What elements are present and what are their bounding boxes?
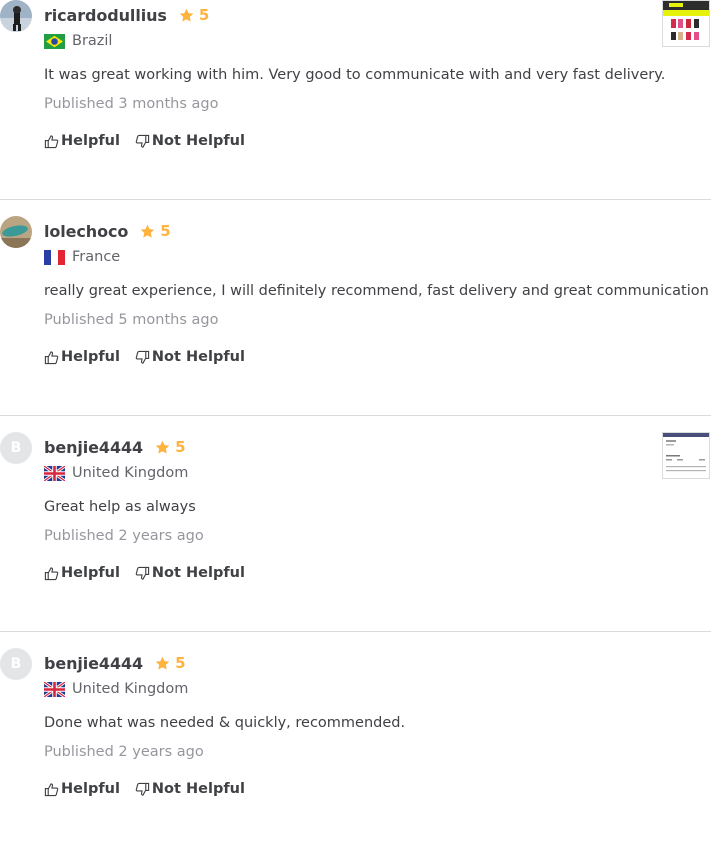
rating: 5 [155, 654, 186, 672]
helpful-button[interactable]: Helpful [44, 565, 120, 581]
reviewer-header: lolechoco 5 [44, 220, 171, 242]
review-comment: Done what was needed & quickly, recommen… [44, 715, 406, 731]
avatar[interactable]: B [0, 432, 32, 464]
review-card: lolechoco 5 France really great experien… [0, 216, 711, 432]
brazil-flag-icon [44, 33, 65, 49]
helpful-button[interactable]: Helpful [44, 133, 120, 149]
star-icon [155, 440, 170, 454]
country-name: United Kingdom [72, 681, 189, 697]
not-helpful-label: Not Helpful [151, 565, 245, 581]
thumbs-up-icon [44, 566, 59, 580]
helpful-button[interactable]: Helpful [44, 349, 120, 365]
review-actions: Helpful Not Helpful [44, 347, 245, 367]
published-date: Published 5 months ago [44, 312, 219, 328]
delivery-image-thumbnail[interactable] [662, 0, 710, 47]
delivery-image-thumbnail[interactable] [662, 432, 710, 479]
reviewer-country: Brazil [44, 31, 112, 51]
review-comment: Great help as always [44, 499, 196, 515]
not-helpful-button[interactable]: Not Helpful [135, 781, 245, 797]
star-icon [141, 224, 155, 238]
helpful-button[interactable]: Helpful [44, 781, 120, 797]
united-kingdom-flag-icon [44, 465, 65, 481]
helpful-label: Helpful [61, 781, 120, 797]
rating: 5 [179, 6, 209, 24]
thumbs-up-icon [44, 134, 59, 148]
not-helpful-button[interactable]: Not Helpful [135, 565, 245, 581]
rating: 5 [155, 438, 186, 456]
country-name: France [72, 249, 121, 265]
rating-value: 5 [198, 6, 210, 24]
helpful-label: Helpful [61, 133, 120, 149]
review-actions: Helpful Not Helpful [44, 779, 245, 799]
thumbs-up-icon [44, 782, 59, 796]
review-card: B benjie4444 5 United Kingdom Great help… [0, 432, 711, 648]
country-name: United Kingdom [72, 465, 189, 481]
reviewer-username[interactable]: ricardodullius [44, 6, 167, 25]
rating-value: 5 [160, 222, 171, 240]
review-actions: Helpful Not Helpful [44, 131, 245, 151]
helpful-label: Helpful [61, 565, 120, 581]
thumbs-up-icon [44, 350, 59, 364]
not-helpful-label: Not Helpful [151, 781, 245, 797]
not-helpful-label: Not Helpful [151, 349, 245, 365]
review-comment: It was great working with him. Very good… [44, 67, 666, 83]
star-icon [155, 656, 170, 670]
avatar[interactable] [0, 216, 32, 248]
france-flag-icon [44, 249, 65, 265]
rating-value: 5 [175, 654, 186, 672]
published-date: Published 3 months ago [44, 96, 219, 112]
published-date: Published 2 years ago [44, 528, 204, 544]
review-card: B benjie4444 5 United Kingdom Done what … [0, 648, 711, 864]
thumbs-down-icon [135, 566, 150, 580]
thumbs-down-icon [135, 350, 150, 364]
review-comment: really great experience, I will definite… [44, 283, 711, 299]
not-helpful-label: Not Helpful [151, 133, 245, 149]
reviewer-country: United Kingdom [44, 463, 188, 483]
reviewer-header: ricardodullius 5 [44, 4, 209, 26]
helpful-label: Helpful [61, 349, 120, 365]
divider [0, 415, 711, 416]
reviewer-username[interactable]: benjie4444 [44, 654, 143, 673]
reviewer-header: benjie4444 5 [44, 652, 186, 674]
avatar[interactable]: B [0, 648, 32, 680]
reviewer-username[interactable]: benjie4444 [44, 438, 143, 457]
thumbs-down-icon [135, 782, 150, 796]
thumbs-down-icon [135, 134, 150, 148]
review-actions: Helpful Not Helpful [44, 563, 245, 583]
united-kingdom-flag-icon [44, 681, 65, 697]
star-icon [179, 8, 194, 22]
divider [0, 631, 711, 632]
avatar[interactable] [0, 0, 32, 32]
rating-value: 5 [175, 438, 186, 456]
rating: 5 [140, 222, 171, 240]
divider [0, 199, 711, 200]
country-name: Brazil [72, 33, 113, 49]
review-card: ricardodullius 5 Brazil It was great wor… [0, 0, 711, 216]
published-date: Published 2 years ago [44, 744, 204, 760]
reviewer-username[interactable]: lolechoco [44, 222, 128, 241]
not-helpful-button[interactable]: Not Helpful [135, 349, 245, 365]
reviewer-country: United Kingdom [44, 679, 188, 699]
reviewer-country: France [44, 247, 120, 267]
reviewer-header: benjie4444 5 [44, 436, 186, 458]
not-helpful-button[interactable]: Not Helpful [135, 133, 245, 149]
